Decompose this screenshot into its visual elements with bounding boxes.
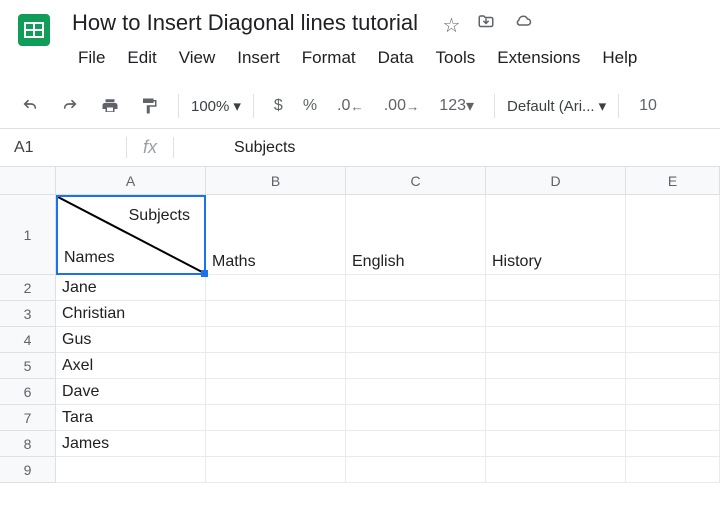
sheets-logo[interactable]: [12, 8, 56, 52]
percent-button[interactable]: %: [295, 91, 325, 121]
cell[interactable]: [626, 405, 720, 431]
print-button[interactable]: [92, 91, 128, 121]
cell[interactable]: [626, 431, 720, 457]
cell[interactable]: [346, 353, 486, 379]
paint-format-button[interactable]: [132, 91, 166, 121]
cell[interactable]: [206, 353, 346, 379]
column-header[interactable]: D: [486, 167, 626, 195]
cell[interactable]: Jane: [56, 275, 206, 301]
cell[interactable]: [346, 457, 486, 483]
row-header[interactable]: 5: [0, 353, 56, 379]
redo-button[interactable]: [52, 92, 88, 120]
cloud-icon[interactable]: [512, 13, 534, 38]
decrease-decimal-button[interactable]: .0←: [329, 91, 372, 121]
zoom-selector[interactable]: 100%▾: [191, 97, 241, 115]
row-header[interactable]: 3: [0, 301, 56, 327]
row-header[interactable]: 2: [0, 275, 56, 301]
row-header[interactable]: 6: [0, 379, 56, 405]
cell-text-top: Subjects: [129, 207, 190, 225]
font-selector[interactable]: Default (Ari...▾: [507, 97, 606, 115]
cell[interactable]: English: [346, 195, 486, 275]
cell[interactable]: Axel: [56, 353, 206, 379]
currency-button[interactable]: $: [266, 91, 291, 121]
formula-bar[interactable]: Subjects: [174, 139, 295, 157]
menu-tools[interactable]: Tools: [426, 44, 486, 72]
undo-button[interactable]: [12, 92, 48, 120]
cell[interactable]: James: [56, 431, 206, 457]
document-title[interactable]: How to Insert Diagonal lines tutorial: [68, 8, 422, 38]
cell[interactable]: [626, 379, 720, 405]
fill-handle[interactable]: [201, 270, 208, 277]
move-icon[interactable]: [476, 13, 496, 38]
cell[interactable]: [206, 275, 346, 301]
cell[interactable]: [626, 275, 720, 301]
column-header[interactable]: E: [626, 167, 720, 195]
cell[interactable]: [346, 301, 486, 327]
cell[interactable]: [346, 431, 486, 457]
cell[interactable]: [486, 379, 626, 405]
menu-data[interactable]: Data: [368, 44, 424, 72]
cell[interactable]: [346, 327, 486, 353]
spreadsheet-grid[interactable]: 1 2 3 4 5 6 7 8 9 A B C D E Subjects Nam…: [0, 167, 720, 483]
menu-extensions[interactable]: Extensions: [487, 44, 590, 72]
menu-file[interactable]: File: [68, 44, 115, 72]
column-header[interactable]: A: [56, 167, 206, 195]
select-all-corner[interactable]: [0, 167, 56, 195]
name-box[interactable]: A1: [6, 139, 126, 157]
cell[interactable]: [206, 379, 346, 405]
cell[interactable]: [486, 457, 626, 483]
cell[interactable]: [626, 301, 720, 327]
cell[interactable]: [56, 457, 206, 483]
cell[interactable]: [486, 327, 626, 353]
menu-format[interactable]: Format: [292, 44, 366, 72]
cell[interactable]: [626, 327, 720, 353]
cell[interactable]: [626, 195, 720, 275]
column-header[interactable]: B: [206, 167, 346, 195]
cell[interactable]: [346, 379, 486, 405]
cell[interactable]: [206, 301, 346, 327]
cell[interactable]: [206, 431, 346, 457]
cell[interactable]: [486, 405, 626, 431]
cell[interactable]: Gus: [56, 327, 206, 353]
column-header[interactable]: C: [346, 167, 486, 195]
cell[interactable]: [486, 353, 626, 379]
row-header[interactable]: 9: [0, 457, 56, 483]
cell[interactable]: [486, 301, 626, 327]
chevron-down-icon: ▾: [599, 97, 607, 115]
row-header[interactable]: 8: [0, 431, 56, 457]
chevron-down-icon: ▾: [466, 96, 474, 116]
fx-label: fx: [126, 137, 174, 158]
font-size[interactable]: 10: [631, 91, 665, 121]
cell[interactable]: Christian: [56, 301, 206, 327]
chevron-down-icon: ▾: [233, 97, 241, 115]
cell[interactable]: [206, 457, 346, 483]
cell[interactable]: [206, 327, 346, 353]
cell[interactable]: [486, 431, 626, 457]
star-icon[interactable]: ☆: [443, 13, 461, 38]
menu-edit[interactable]: Edit: [117, 44, 166, 72]
menu-help[interactable]: Help: [592, 44, 647, 72]
menu-bar: File Edit View Insert Format Data Tools …: [68, 44, 708, 72]
cell[interactable]: [626, 353, 720, 379]
cell[interactable]: Tara: [56, 405, 206, 431]
cell[interactable]: [486, 275, 626, 301]
cell[interactable]: [206, 405, 346, 431]
cell-text-bottom: Names: [64, 249, 115, 267]
cell[interactable]: Maths: [206, 195, 346, 275]
number-format-button[interactable]: 123▾: [431, 90, 482, 122]
cell[interactable]: Dave: [56, 379, 206, 405]
cell[interactable]: History: [486, 195, 626, 275]
row-header[interactable]: 7: [0, 405, 56, 431]
row-header[interactable]: 4: [0, 327, 56, 353]
cell[interactable]: [346, 275, 486, 301]
cell-A1-selected[interactable]: Subjects Names: [56, 195, 206, 275]
row-header[interactable]: 1: [0, 195, 56, 275]
menu-insert[interactable]: Insert: [227, 44, 290, 72]
toolbar: 100%▾ $ % .0← .00→ 123▾ Default (Ari...▾…: [0, 84, 720, 129]
increase-decimal-button[interactable]: .00→: [376, 91, 428, 121]
menu-view[interactable]: View: [169, 44, 226, 72]
cell[interactable]: [626, 457, 720, 483]
cell[interactable]: [346, 405, 486, 431]
